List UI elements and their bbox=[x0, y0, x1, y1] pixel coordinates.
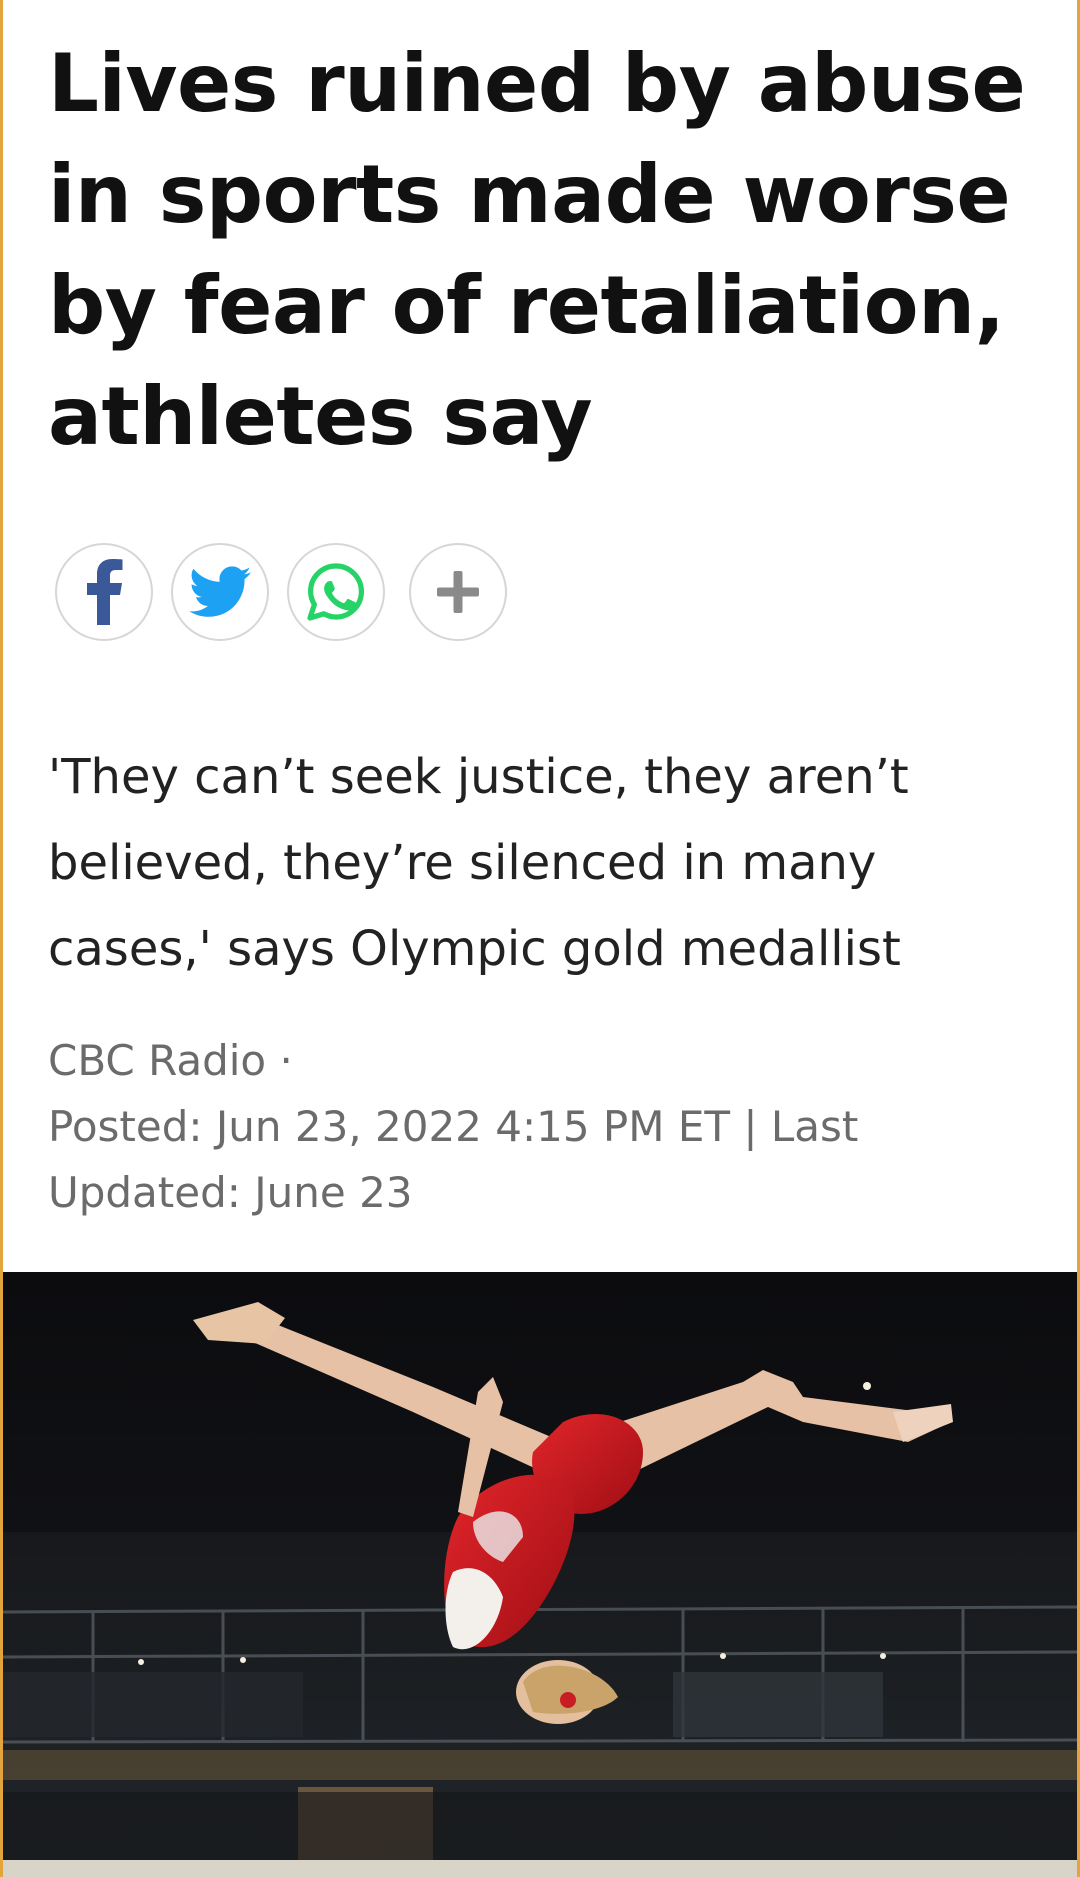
article-page: Lives ruined by abuse in sports made wor… bbox=[0, 0, 1080, 1877]
share-twitter-button[interactable] bbox=[171, 543, 269, 641]
plus-icon bbox=[437, 571, 479, 613]
share-bar bbox=[55, 543, 507, 643]
article-deck: 'They can’t seek justice, they aren’t be… bbox=[48, 749, 909, 977]
twitter-icon bbox=[189, 566, 251, 617]
article-source: CBC Radio · bbox=[48, 1036, 293, 1085]
article-byline: CBC Radio · Posted: Jun 23, 2022 4:15 PM… bbox=[48, 1028, 1008, 1226]
article-timestamp: Posted: Jun 23, 2022 4:15 PM ET | Last U… bbox=[48, 1102, 859, 1217]
share-facebook-button[interactable] bbox=[55, 543, 153, 641]
share-whatsapp-button[interactable] bbox=[287, 543, 385, 641]
lead-photo bbox=[3, 1272, 1077, 1877]
gymnast-photo bbox=[3, 1272, 1077, 1877]
article-headline: Lives ruined by abuse in sports made wor… bbox=[48, 37, 1026, 463]
facebook-icon bbox=[87, 559, 123, 625]
whatsapp-icon bbox=[307, 563, 364, 621]
share-more-button[interactable] bbox=[409, 543, 507, 641]
